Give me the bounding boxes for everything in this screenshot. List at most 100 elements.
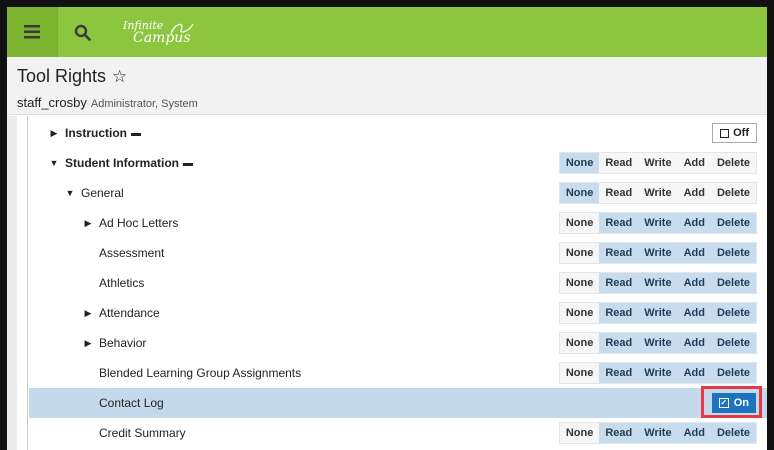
perm-write[interactable]: Write [638, 333, 678, 353]
perm-write[interactable]: Write [638, 423, 678, 443]
search-icon [74, 24, 91, 41]
tree-row-credit-summary[interactable]: Credit Summary None Read Write Add Delet… [29, 418, 767, 448]
perm-add[interactable]: Add [677, 273, 711, 293]
caret-down-icon[interactable]: ▼ [65, 188, 75, 198]
tree-row-contact-log[interactable]: Contact Log ✓ On [29, 386, 767, 418]
caret-down-icon[interactable]: ▼ [49, 158, 59, 168]
window-frame-right [767, 0, 774, 450]
permission-selector: None Read Write Add Delete [558, 272, 757, 294]
perm-read[interactable]: Read [599, 423, 639, 443]
perm-none[interactable]: None [559, 273, 600, 293]
hamburger-menu-icon [24, 25, 40, 39]
permission-selector: None Read Write Add Delete [558, 182, 757, 204]
tree-row-instruction[interactable]: ▶ Instruction ▬ Off [29, 118, 767, 148]
perm-none[interactable]: None [559, 423, 600, 443]
tree-indent-line [27, 116, 28, 450]
menu-button[interactable] [7, 7, 57, 57]
perm-none[interactable]: None [559, 333, 600, 353]
perm-write[interactable]: Write [638, 153, 678, 173]
page-title: Tool Rights ☆ [17, 66, 127, 87]
perm-add[interactable]: Add [677, 243, 711, 263]
caret-right-icon[interactable]: ▶ [83, 308, 93, 319]
perm-add[interactable]: Add [677, 213, 711, 233]
window-frame-left [0, 0, 7, 450]
permission-selector: None Read Write Add Delete [558, 242, 757, 264]
perm-read[interactable]: Read [599, 183, 639, 203]
perm-read[interactable]: Read [599, 273, 639, 293]
caret-right-icon[interactable]: ▶ [83, 338, 93, 349]
tree-row-behavior[interactable]: ▶ Behavior None Read Write Add Delete [29, 328, 767, 358]
perm-write[interactable]: Write [638, 363, 678, 383]
tree-row-label: Blended Learning Group Assignments [99, 366, 302, 380]
tree-row-ad-hoc-letters[interactable]: ▶ Ad Hoc Letters None Read Write Add Del… [29, 208, 767, 238]
perm-add[interactable]: Add [677, 153, 711, 173]
perm-read[interactable]: Read [599, 363, 639, 383]
tree-row-assessment[interactable]: Assessment None Read Write Add Delete [29, 238, 767, 268]
perm-write[interactable]: Write [638, 213, 678, 233]
folder-icon: ▬ [183, 157, 193, 169]
perm-add[interactable]: Add [677, 423, 711, 443]
tree-row-label: Assessment [99, 246, 165, 260]
perm-add[interactable]: Add [677, 333, 711, 353]
user-info: staff_crosby Administrator, System [17, 95, 198, 110]
perm-delete[interactable]: Delete [710, 273, 756, 293]
tree-row-label: Credit Summary [99, 426, 186, 440]
perm-delete[interactable]: Delete [710, 213, 756, 233]
perm-none[interactable]: None [559, 363, 600, 383]
username: staff_crosby [17, 95, 87, 110]
permission-selector: None Read Write Add Delete [558, 212, 757, 234]
permission-selector: None Read Write Add Delete [558, 422, 757, 444]
perm-read[interactable]: Read [599, 303, 639, 323]
tree-row-attendance[interactable]: ▶ Attendance None Read Write Add Delete [29, 298, 767, 328]
tree-row-student-information[interactable]: ▼ Student Information ▬ None Read Write … [29, 148, 767, 178]
perm-delete[interactable]: Delete [710, 363, 756, 383]
caret-right-icon[interactable]: ▶ [49, 128, 59, 139]
checkbox-empty-icon [720, 128, 730, 138]
permission-selector: None Read Write Add Delete [558, 332, 757, 354]
perm-none[interactable]: None [559, 243, 600, 263]
folder-icon: ▬ [131, 127, 141, 139]
perm-add[interactable]: Add [677, 303, 711, 323]
perm-none[interactable]: None [559, 213, 600, 233]
perm-delete[interactable]: Delete [710, 303, 756, 323]
perm-write[interactable]: Write [638, 243, 678, 263]
perm-read[interactable]: Read [599, 153, 639, 173]
tree-row-label: Student Information [65, 156, 179, 170]
logo-swoosh-icon [169, 23, 194, 35]
perm-read[interactable]: Read [599, 213, 639, 233]
highlight-box [701, 386, 762, 418]
permission-selector: None Read Write Add Delete [558, 302, 757, 324]
search-button[interactable] [57, 7, 107, 57]
tree-row-blended-learning-group-assignments[interactable]: Blended Learning Group Assignments None … [29, 358, 767, 388]
perm-write[interactable]: Write [638, 303, 678, 323]
perm-add[interactable]: Add [677, 183, 711, 203]
perm-add[interactable]: Add [677, 363, 711, 383]
window-frame-top [0, 0, 774, 7]
perm-write[interactable]: Write [638, 273, 678, 293]
perm-delete[interactable]: Delete [710, 153, 756, 173]
tree-row-label: Instruction [65, 126, 127, 140]
caret-right-icon[interactable]: ▶ [83, 218, 93, 229]
page-title-text: Tool Rights [17, 66, 107, 86]
perm-none[interactable]: None [559, 183, 600, 203]
perm-none[interactable]: None [559, 153, 600, 173]
tree-row-label: Attendance [99, 306, 160, 320]
tree-row-label: Contact Log [99, 396, 164, 410]
toggle-off-button[interactable]: Off [712, 123, 757, 143]
tool-rights-tree: ▶ Instruction ▬ Off ▼ Student Informatio… [7, 116, 767, 450]
perm-none[interactable]: None [559, 303, 600, 323]
perm-delete[interactable]: Delete [710, 243, 756, 263]
tree-row-athletics[interactable]: Athletics None Read Write Add Delete [29, 268, 767, 298]
perm-read[interactable]: Read [599, 243, 639, 263]
perm-read[interactable]: Read [599, 333, 639, 353]
perm-delete[interactable]: Delete [710, 183, 756, 203]
tree-row-label: Athletics [99, 276, 145, 290]
tree-row-general[interactable]: ▼ General None Read Write Add Delete [29, 178, 767, 208]
toggle-label: Off [733, 127, 749, 139]
page-header: Tool Rights ☆ staff_crosby Administrator,… [7, 57, 767, 115]
perm-delete[interactable]: Delete [710, 423, 756, 443]
perm-delete[interactable]: Delete [710, 333, 756, 353]
user-role: Administrator, System [90, 98, 198, 110]
perm-write[interactable]: Write [638, 183, 678, 203]
star-outline-icon[interactable]: ☆ [112, 67, 127, 87]
